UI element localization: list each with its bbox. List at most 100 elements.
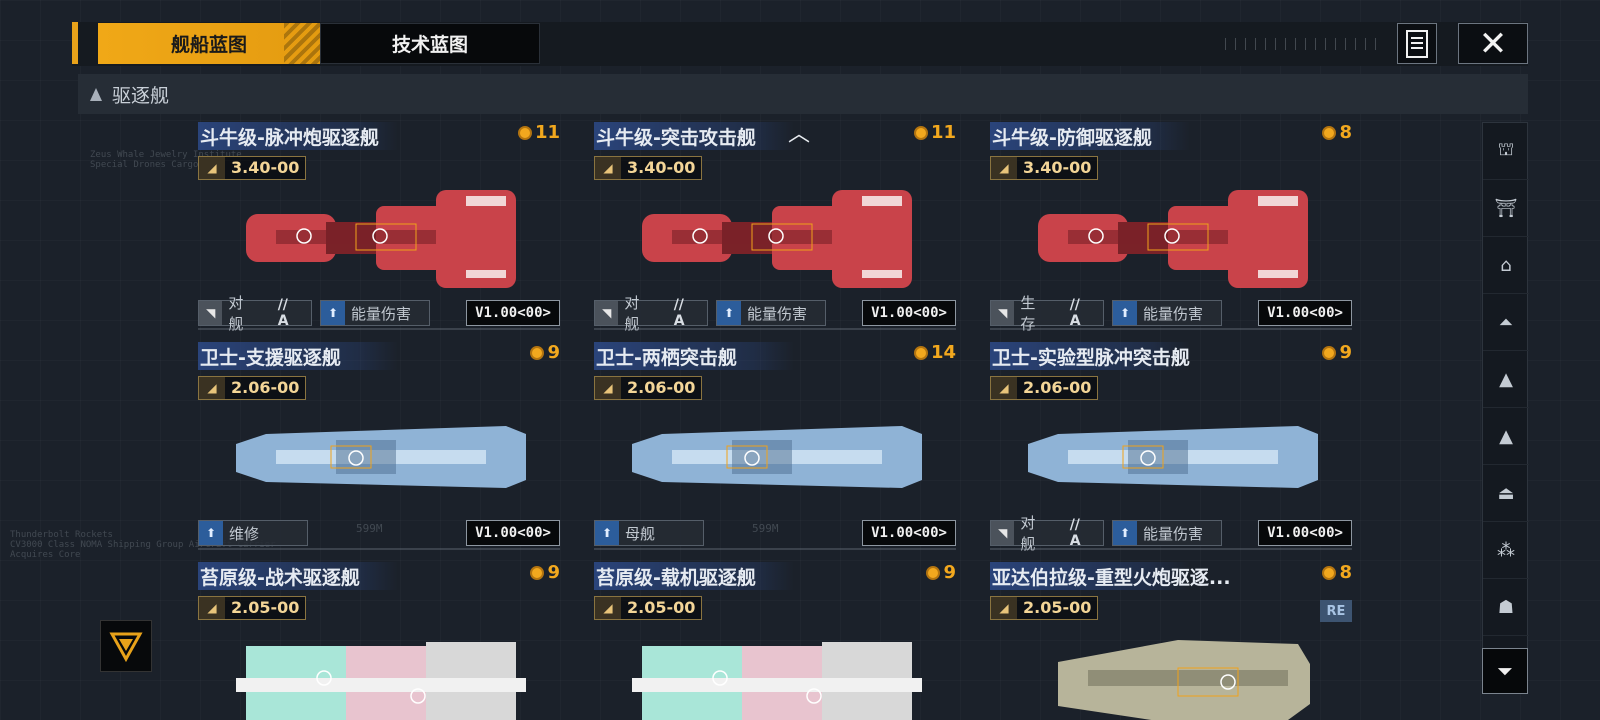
ship-illustration <box>632 426 922 488</box>
version-label: V1.00<00> <box>862 520 956 546</box>
close-button[interactable]: ✕ <box>1458 23 1528 64</box>
ship-name: 卫士-支援驱逐舰 <box>200 347 341 369</box>
cost-badge: 9 <box>1322 342 1352 363</box>
hud-ticks <box>1225 38 1385 50</box>
filter-icon: ⏷ <box>1497 659 1513 683</box>
anti-ship-icon: ◥ <box>199 301 223 325</box>
version-label: V1.00<00> <box>1258 300 1352 326</box>
ship-name: 亚达伯拉级-重型火炮驱逐... <box>992 567 1231 589</box>
ship-name: 苔原级-战术驱逐舰 <box>200 567 360 589</box>
cost-coin-icon <box>1322 125 1337 140</box>
auxiliary-class-icon[interactable]: ▲ <box>1483 351 1529 408</box>
ship-illustration <box>1038 190 1308 288</box>
ship-type-icon: ◢ <box>991 597 1017 619</box>
ship-blueprint-card[interactable]: 卫士-两栖突击舰 14 ◢ 2.06-00 ⬆ 母舰 V1.00<00> <box>594 342 956 552</box>
ship-illustration <box>632 642 922 720</box>
tab-label: 舰船蓝图 <box>170 34 247 56</box>
card-divider <box>594 548 956 550</box>
card-divider <box>198 328 560 330</box>
ship-illustration <box>236 642 526 720</box>
anti-ship-icon: ◥ <box>991 521 1015 545</box>
cost-value: 14 <box>930 342 956 363</box>
ship-type-icon: ◢ <box>991 377 1017 399</box>
tab-label: 技术蓝图 <box>391 34 468 56</box>
power-value: 2.06-00 <box>231 378 300 397</box>
card-divider <box>594 328 956 330</box>
ship-type-icon: ◢ <box>595 157 621 179</box>
destroyer-icon <box>90 87 102 101</box>
power-indicator: ◢ 3.40-00 <box>990 156 1099 180</box>
cost-coin-icon <box>926 565 941 580</box>
cost-value: 9 <box>547 342 560 363</box>
cost-value: 8 <box>1339 562 1352 583</box>
repair-icon: ⬆ <box>199 521 223 545</box>
tag-energy-damage: ⬆ 能量伤害 <box>1112 300 1222 326</box>
ship-type-icon: ◢ <box>595 597 621 619</box>
power-value: 2.06-00 <box>1023 378 1092 397</box>
cost-badge: 14 <box>913 342 956 363</box>
power-value: 2.06-00 <box>627 378 696 397</box>
cost-coin-icon <box>517 125 532 140</box>
ship-blueprint-card[interactable]: 苔原级-载机驱逐舰 9 ◢ 2.05-00 <box>594 562 956 720</box>
ship-name: 卫士-实验型脉冲突击舰 <box>992 347 1190 369</box>
power-value: 2.05-00 <box>627 598 696 617</box>
cost-badge: 9 <box>530 562 560 583</box>
cost-badge: 8 <box>1322 122 1352 143</box>
squadron-class-icon[interactable]: ⁂ <box>1483 522 1529 579</box>
cost-value: 11 <box>930 122 956 143</box>
tag-energy-damage: ⬆ 能量伤害 <box>320 300 430 326</box>
tab-tech-blueprints[interactable]: 技术蓝图 <box>320 23 540 64</box>
ship-blueprint-card[interactable]: 斗牛级-突击攻击舰 11 ◢ 3.40-00 ◥ 对舰// A ⬆ 能量伤害 V1.00<00> <box>594 122 956 333</box>
frigate-class-icon[interactable]: ⛫ <box>1483 123 1529 180</box>
category-header[interactable]: 驱逐舰 <box>78 74 1528 114</box>
document-icon <box>1406 29 1428 58</box>
carrier-icon: ⬆ <box>595 521 619 545</box>
tag-survival: ◥ 生存// A <box>990 294 1104 333</box>
ship-blueprint-card[interactable]: 斗牛级-防御驱逐舰 8 ◢ 3.40-00 ◥ 生存// A ⬆ 能量伤害 V1.00<00> <box>990 122 1352 333</box>
tag-carrier: ⬆ 母舰 <box>594 520 704 546</box>
ship-illustration <box>1028 426 1318 488</box>
cost-coin-icon <box>913 345 928 360</box>
ship-blueprint-card[interactable]: 卫士-实验型脉冲突击舰 9 ◢ 2.06-00 ◥ 对舰// A ⬆ 能量伤害 V1.00<00… <box>990 342 1352 553</box>
carrier-class-icon[interactable]: ▲ <box>1483 408 1529 465</box>
cost-badge: 11 <box>913 122 956 143</box>
cost-coin-icon <box>1322 565 1337 580</box>
anti-ship-icon: ◥ <box>595 301 619 325</box>
destroyer-class-icon[interactable]: ⛩ <box>1483 180 1529 237</box>
ship-blueprint-card[interactable]: 亚达伯拉级-重型火炮驱逐... 8 ◢ 2.05-00 RE <box>990 562 1352 720</box>
document-button[interactable] <box>1397 23 1437 64</box>
survival-icon: ◥ <box>991 301 1015 325</box>
close-icon: ✕ <box>1478 23 1508 64</box>
ship-blueprint-card[interactable]: 苔原级-战术驱逐舰 9 ◢ 2.05-00 <box>198 562 560 720</box>
special-class-icon[interactable]: ☗ <box>1483 579 1529 636</box>
tag-grade: // A <box>673 297 685 329</box>
ship-blueprint-card[interactable]: 卫士-支援驱逐舰 9 ◢ 2.06-00 ⬆ 维修 V1.00<00> <box>198 342 560 552</box>
tag-anti-ship: ◥ 对舰// A <box>990 514 1104 553</box>
cruiser-class-icon[interactable]: ⌂ <box>1483 237 1529 294</box>
tab-ship-blueprints[interactable]: 舰船蓝图 <box>98 23 320 64</box>
tag-label: 能量伤害 <box>351 304 412 323</box>
power-indicator: ◢ 3.40-00 <box>198 156 307 180</box>
power-indicator: ◢ 2.06-00 <box>594 376 703 400</box>
cost-badge: 8 <box>1322 562 1352 583</box>
filter-button[interactable]: ⏷ <box>1482 648 1528 694</box>
battleship-class-icon[interactable]: ⏏ <box>1483 465 1529 522</box>
card-divider <box>990 548 1352 550</box>
version-label: V1.00<00> <box>466 520 560 546</box>
power-value: 3.40-00 <box>627 158 696 177</box>
tag-grade: // A <box>1069 517 1081 549</box>
ship-name: 斗牛级-突击攻击舰 <box>596 127 756 149</box>
category-label: 驱逐舰 <box>112 84 170 107</box>
power-value: 2.05-00 <box>1023 598 1092 617</box>
ship-name: 卫士-两栖突击舰 <box>596 347 737 369</box>
cost-value: 9 <box>1339 342 1352 363</box>
battlecruiser-class-icon[interactable]: ⏶ <box>1483 294 1529 351</box>
power-indicator: ◢ 2.06-00 <box>990 376 1099 400</box>
tag-label: 能量伤害 <box>1143 304 1204 323</box>
ship-blueprint-card[interactable]: 斗牛级-脉冲炮驱逐舰 11 ◢ 3.40-00 ◥ 对舰// A ⬆ 能量伤害 V1.00<00… <box>198 122 560 333</box>
faction-emblem[interactable] <box>100 620 152 672</box>
tag-energy-damage: ⬆ 能量伤害 <box>1112 520 1222 546</box>
card-divider <box>990 328 1352 330</box>
energy-damage-icon: ⬆ <box>717 301 741 325</box>
energy-damage-icon: ⬆ <box>1113 301 1137 325</box>
